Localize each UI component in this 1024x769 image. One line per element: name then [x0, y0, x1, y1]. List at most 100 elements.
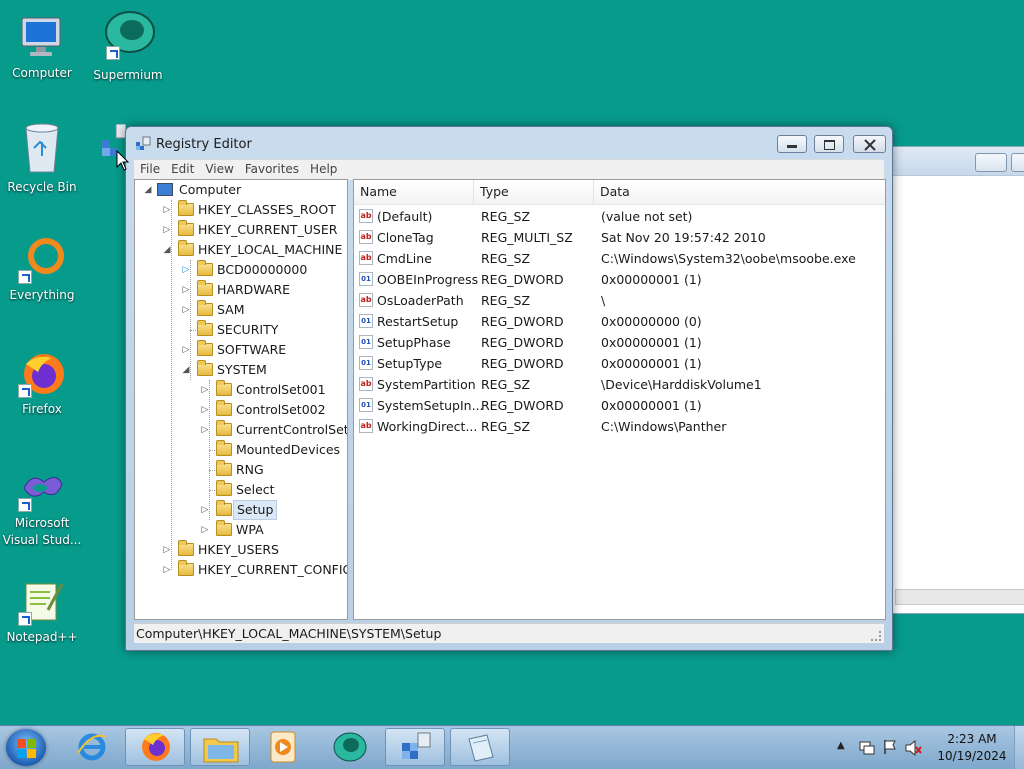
desktop-icon-everything[interactable]: Everything [0, 236, 84, 304]
menu-favorites[interactable]: Favorites [239, 160, 304, 176]
menu-help[interactable]: Help [304, 160, 342, 176]
background-horizontal-scrollbar[interactable] [895, 589, 1024, 605]
tree-item-hkey-current-config[interactable]: ▷ HKEY_CURRENT_CONFIG [135, 560, 347, 580]
column-header-name[interactable]: Name [354, 180, 474, 204]
tree-item-label: SAM [217, 302, 245, 317]
desktop-icon-recycle-bin[interactable]: Recycle Bin [0, 120, 84, 196]
collapse-arrow-icon[interactable]: ◢ [162, 240, 172, 260]
desktop-icon-notepad-plus-plus[interactable]: Notepad++ [0, 578, 84, 646]
expand-arrow-icon[interactable]: ▷ [181, 260, 191, 280]
column-header-type[interactable]: Type [474, 180, 594, 204]
tree-item-hardware[interactable]: ▷ HARDWARE [135, 280, 347, 300]
system-clock[interactable]: 2:23 AM 10/19/2024 [933, 731, 1011, 765]
menu-view[interactable]: View [199, 160, 238, 176]
tree-item-label: ControlSet001 [236, 382, 326, 397]
everything-icon [18, 236, 66, 284]
supermium-icon [100, 8, 156, 64]
close-button[interactable] [853, 135, 886, 153]
tree-item-wpa[interactable]: ▷ WPA [135, 520, 347, 540]
clock-time: 2:23 AM [947, 732, 997, 746]
desktop-icon-visual-studio[interactable]: Microsoft Visual Stud... [0, 464, 84, 549]
background-minimize-button[interactable] [975, 153, 1007, 172]
tree-item-software[interactable]: ▷ SOFTWARE [135, 340, 347, 360]
expand-arrow-icon[interactable]: ▷ [200, 380, 210, 400]
action-center-flag-icon[interactable] [882, 739, 898, 755]
maximize-button[interactable] [814, 135, 844, 153]
expand-arrow-icon[interactable]: ▷ [200, 520, 210, 540]
taskbar-notepad[interactable] [450, 728, 510, 766]
start-button[interactable] [6, 729, 46, 766]
volume-muted-icon[interactable] [905, 740, 923, 756]
value-row[interactable]: ab (Default) REG_SZ (value not set) [354, 206, 885, 227]
value-row[interactable]: 01 RestartSetup REG_DWORD 0x00000000 (0) [354, 311, 885, 332]
tree-item-hkey-local-machine[interactable]: ◢ HKEY_LOCAL_MACHINE [135, 240, 347, 260]
notepad-icon [468, 734, 494, 762]
expand-arrow-icon[interactable]: ▷ [162, 560, 172, 580]
tree-item-computer[interactable]: ◢ Computer [135, 180, 347, 200]
tree-item-controlset001[interactable]: ▷ ControlSet001 [135, 380, 347, 400]
tree-item-bcd00000000[interactable]: ▷ BCD00000000 [135, 260, 347, 280]
string-value-icon: ab [359, 209, 373, 223]
tree-item-system[interactable]: ◢ SYSTEM [135, 360, 347, 380]
values-list-pane[interactable]: Name Type Data ab (Default) REG_SZ (valu… [353, 179, 886, 620]
folder-icon [216, 400, 232, 416]
menu-file[interactable]: File [134, 160, 165, 176]
desktop-icon-supermium[interactable]: Supermium [86, 8, 170, 84]
tree-item-hkey-classes-root[interactable]: ▷ HKEY_CLASSES_ROOT [135, 200, 347, 220]
minimize-icon [787, 145, 797, 148]
tree-item-hkey-users[interactable]: ▷ HKEY_USERS [135, 540, 347, 560]
expand-arrow-icon[interactable]: ▷ [200, 400, 210, 420]
tree-item-setup[interactable]: ▷ Setup [135, 500, 347, 520]
tree-item-controlset002[interactable]: ▷ ControlSet002 [135, 400, 347, 420]
registry-editor-window[interactable]: Registry Editor File Edit View Favorites Hel… [125, 126, 893, 651]
key-tree-pane[interactable]: ◢ Computer ▷ HKEY_CLASSES_ROOT ▷ HKEY_CU… [134, 179, 348, 620]
value-row[interactable]: ab WorkingDirect... REG_SZ C:\Windows\Pa… [354, 416, 885, 437]
taskbar-firefox[interactable] [125, 728, 185, 766]
resize-grip-icon[interactable] [871, 631, 881, 641]
tree-item-sam[interactable]: ▷ SAM [135, 300, 347, 320]
taskbar-internet-explorer[interactable] [62, 728, 122, 766]
value-row[interactable]: ab SystemPartition REG_SZ \Device\Harddi… [354, 374, 885, 395]
tree-item-rng[interactable]: RNG [135, 460, 347, 480]
taskbar-registry-editor[interactable] [385, 728, 445, 766]
tree-item-hkey-current-user[interactable]: ▷ HKEY_CURRENT_USER [135, 220, 347, 240]
expand-arrow-icon[interactable]: ▷ [200, 500, 210, 520]
expand-arrow-icon[interactable]: ▷ [162, 220, 172, 240]
expand-arrow-icon[interactable]: ▷ [181, 300, 191, 320]
collapse-arrow-icon[interactable]: ◢ [181, 360, 191, 380]
value-row[interactable]: 01 SetupType REG_DWORD 0x00000001 (1) [354, 353, 885, 374]
taskbar-explorer[interactable] [190, 728, 250, 766]
menu-edit[interactable]: Edit [165, 160, 199, 176]
value-row[interactable]: ab CloneTag REG_MULTI_SZ Sat Nov 20 19:5… [354, 227, 885, 248]
desktop-icon-firefox[interactable]: Firefox [0, 350, 84, 418]
value-row[interactable]: 01 OOBEInProgress REG_DWORD 0x00000001 (… [354, 269, 885, 290]
expand-arrow-icon[interactable]: ▷ [200, 420, 210, 440]
background-maximize-button[interactable] [1011, 153, 1024, 172]
tree-item-mounteddevices[interactable]: MountedDevices [135, 440, 347, 460]
value-row[interactable]: ab CmdLine REG_SZ C:\Windows\System32\oo… [354, 248, 885, 269]
show-desktop-button[interactable] [1014, 726, 1024, 769]
title-bar[interactable]: Registry Editor [126, 127, 892, 157]
computer-icon [157, 183, 173, 196]
tree-item-select[interactable]: Select [135, 480, 347, 500]
value-row[interactable]: ab OsLoaderPath REG_SZ \ [354, 290, 885, 311]
binary-value-icon: 01 [359, 335, 373, 349]
expand-arrow-icon[interactable]: ▷ [162, 540, 172, 560]
show-hidden-icons-arrow[interactable]: ▲ [837, 740, 845, 751]
value-row[interactable]: 01 SystemSetupIn... REG_DWORD 0x00000001… [354, 395, 885, 416]
value-type: REG_SZ [481, 209, 531, 224]
collapse-arrow-icon[interactable]: ◢ [143, 180, 153, 200]
minimize-button[interactable] [777, 135, 807, 153]
expand-arrow-icon[interactable]: ▷ [181, 280, 191, 300]
expand-arrow-icon[interactable]: ▷ [181, 340, 191, 360]
network-icon[interactable] [859, 740, 875, 756]
column-header-data[interactable]: Data [594, 180, 885, 204]
value-row[interactable]: 01 SetupPhase REG_DWORD 0x00000001 (1) [354, 332, 885, 353]
taskbar-media-player[interactable] [254, 728, 314, 766]
background-window[interactable] [870, 146, 1024, 614]
taskbar-supermium[interactable] [320, 728, 380, 766]
tree-item-security[interactable]: SECURITY [135, 320, 347, 340]
desktop-icon-computer[interactable]: Computer [0, 14, 84, 82]
expand-arrow-icon[interactable]: ▷ [162, 200, 172, 220]
tree-item-currentcontrolset[interactable]: ▷ CurrentControlSet [135, 420, 347, 440]
